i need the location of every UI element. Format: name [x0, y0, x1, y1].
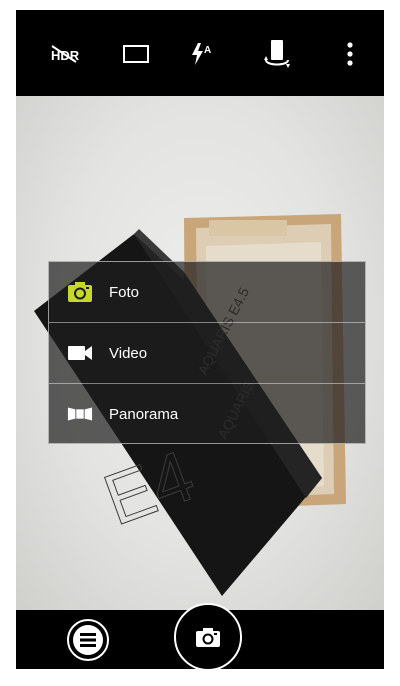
- mode-label-video: Video: [109, 344, 148, 362]
- camera-shutter-icon: [196, 628, 220, 647]
- camera-mode-menu: Foto Video Panorama: [48, 261, 366, 444]
- aspect-ratio-icon: [123, 45, 149, 63]
- shutter-button[interactable]: [174, 603, 242, 669]
- menu-icon: [73, 625, 103, 655]
- mode-item-photo[interactable]: Foto: [49, 262, 365, 322]
- more-vert-icon: [347, 42, 353, 66]
- switch-camera-button[interactable]: [255, 34, 299, 74]
- videocam-icon: [67, 342, 93, 364]
- hdr-toggle-button[interactable]: HDR: [42, 34, 86, 74]
- bottom-toolbar: [16, 603, 384, 669]
- switch-camera-icon: [264, 40, 290, 68]
- mode-item-video[interactable]: Video: [49, 323, 365, 383]
- flash-mode-button[interactable]: A: [182, 34, 226, 74]
- more-options-button[interactable]: [328, 34, 372, 74]
- mode-label-panorama: Panorama: [109, 405, 179, 423]
- mode-item-panorama[interactable]: Panorama: [49, 384, 365, 444]
- photo-camera-icon: [67, 281, 93, 303]
- mode-label-photo: Foto: [109, 283, 140, 301]
- camera-viewfinder[interactable]: AQUARIS E4.5 AQUARIS E4 Foto: [16, 96, 384, 610]
- panorama-icon: [67, 403, 93, 425]
- aspect-ratio-button[interactable]: [114, 34, 158, 74]
- top-toolbar: HDR A: [16, 10, 384, 96]
- mode-menu-button[interactable]: [67, 619, 109, 661]
- flash-auto-label: A: [204, 45, 211, 56]
- camera-app: HDR A: [16, 10, 384, 669]
- hdr-off-icon: HDR: [51, 45, 79, 63]
- flash-auto-icon: A: [192, 43, 211, 65]
